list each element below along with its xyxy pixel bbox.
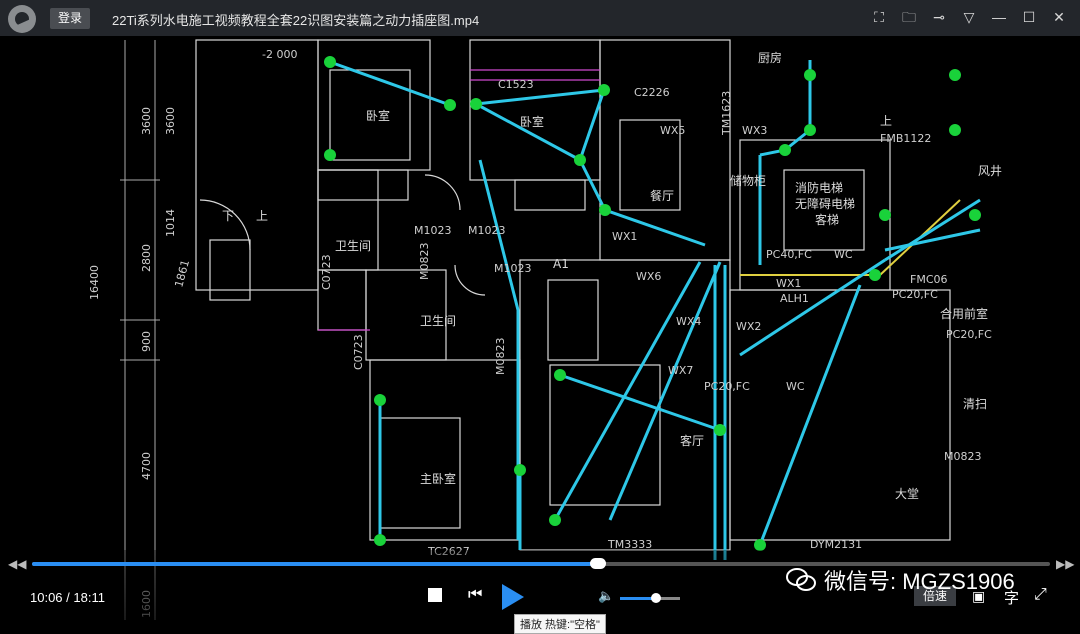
dimension-label: 2800 xyxy=(140,244,153,272)
circuit-tag: WX4 xyxy=(676,315,701,328)
room-label: 无障碍电梯 xyxy=(795,196,855,211)
watermark-text: 微信号: MGZS1906 xyxy=(824,569,1015,594)
window-tag: C2226 xyxy=(634,86,670,99)
video-frame[interactable]: 卧室 卧室 厨房 餐厅 储物柜 消防电梯 无障碍电梯 客梯 卫生间 卫生间 主卧… xyxy=(0,36,1080,630)
door-tag: M0823 xyxy=(494,338,507,376)
title-bar: 登录 22Ti系列水电施工视频教程全套22识图安装篇之动力插座图.mp4 ⛶ 🗀… xyxy=(0,0,1080,36)
room-label: 客梯 xyxy=(815,212,839,227)
door-tag: FMB1122 xyxy=(880,132,931,145)
walls xyxy=(195,39,951,551)
circuit-tag: WX6 xyxy=(636,270,661,283)
dimension-label: 900 xyxy=(140,331,153,352)
room-label: 卫生间 xyxy=(335,239,371,253)
play-tooltip: 播放 热键:"空格" xyxy=(514,614,606,634)
window-title: 22Ti系列水电施工视频教程全套22识图安装篇之动力插座图.mp4 xyxy=(112,13,480,28)
room-label: 卧室 xyxy=(366,108,390,123)
window-tag: C0723 xyxy=(352,334,365,370)
stop-icon[interactable] xyxy=(428,588,442,602)
play-icon[interactable] xyxy=(502,584,524,610)
door-tag: TM1623 xyxy=(720,91,733,136)
door-tag: M1023 xyxy=(414,224,452,237)
volume-icon[interactable]: 🔈 xyxy=(598,588,614,604)
maximize-icon[interactable]: ☐ xyxy=(1020,8,1038,26)
room-label: 消防电梯 xyxy=(795,180,843,195)
circuit-tag: WX1 xyxy=(612,230,637,243)
door-tag: FMC06 xyxy=(910,273,948,286)
elevation-tag: -2 000 xyxy=(262,48,297,61)
room-label: 上 xyxy=(256,209,268,223)
cad-floor-plan: 卧室 卧室 厨房 餐厅 储物柜 消防电梯 无障碍电梯 客梯 卫生间 卫生间 主卧… xyxy=(88,39,1002,620)
dimension-label: 16400 xyxy=(88,265,101,300)
login-button[interactable]: 登录 xyxy=(50,8,90,29)
wechat-watermark: 微信号: MGZS1906 xyxy=(786,564,1015,596)
axis-tag: A1 xyxy=(553,257,569,271)
window-tag: C0723 xyxy=(320,254,333,290)
circuit-tag: WX2 xyxy=(736,320,761,333)
folder-icon[interactable]: 🗀 xyxy=(900,8,918,26)
app-logo-icon xyxy=(8,5,36,33)
circuit-tag: WX5 xyxy=(660,124,685,137)
conduit-tag: WC xyxy=(786,380,805,393)
progress-fill xyxy=(32,562,598,566)
fullscreen-icon[interactable]: ⤢ xyxy=(1034,586,1047,604)
room-label: 主卧室 xyxy=(420,471,456,486)
circuit-tag: WX7 xyxy=(668,364,693,377)
room-label: 卧室 xyxy=(520,114,544,129)
door-tag: M0823 xyxy=(944,450,982,463)
dimension-label: 4700 xyxy=(140,452,153,480)
circuit-tag: WX1 xyxy=(776,277,801,290)
pin-icon[interactable]: ⊸ xyxy=(930,8,948,26)
room-label: 大堂 xyxy=(895,487,919,501)
room-label: 储物柜 xyxy=(730,173,766,188)
previous-icon[interactable]: ⏮ xyxy=(468,586,482,604)
room-label: 上 xyxy=(880,114,892,128)
volume-slider[interactable] xyxy=(620,593,680,603)
circuit-tag: WX3 xyxy=(742,124,767,137)
room-label: 厨房 xyxy=(758,50,782,65)
room-label: 下 xyxy=(222,209,234,223)
progress-knob[interactable] xyxy=(590,558,606,569)
room-label: 卫生间 xyxy=(420,314,456,328)
conduit-tag: PC40,FC xyxy=(766,248,812,261)
conduit-tag: WC xyxy=(834,248,853,261)
panel-tag: ALH1 xyxy=(780,292,809,305)
dimension-label: 1861 xyxy=(172,258,192,288)
seek-back-button[interactable]: ◀◀ xyxy=(8,557,26,571)
window-tag: C1523 xyxy=(498,78,534,91)
time-display: 10:06 / 18:11 xyxy=(30,590,105,605)
dimension-label: 3600 xyxy=(140,107,153,135)
volume-knob[interactable] xyxy=(651,593,661,603)
door-tag: M0823 xyxy=(418,243,431,281)
room-label: 风井 xyxy=(978,164,1002,178)
dropdown-icon[interactable]: ▽ xyxy=(960,8,978,26)
dimension-label: 3600 xyxy=(164,107,177,135)
conduit-tag: PC20,FC xyxy=(946,328,992,341)
room-label: 客厅 xyxy=(680,433,704,448)
dimension-label: 1014 xyxy=(164,209,177,237)
wechat-icon xyxy=(786,568,816,591)
minimize-icon[interactable]: — xyxy=(990,8,1008,26)
seek-forward-button[interactable]: ▶▶ xyxy=(1056,557,1074,571)
door-tag: M1023 xyxy=(494,262,532,275)
conduit-tag: PC20,FC xyxy=(892,288,938,301)
door-tag: M1023 xyxy=(468,224,506,237)
room-label: 餐厅 xyxy=(650,188,674,203)
screenshot-icon[interactable]: ⛶ xyxy=(870,8,888,26)
room-label: 清扫 xyxy=(963,397,987,411)
room-label: 合用前室 xyxy=(940,306,988,321)
close-icon[interactable]: ✕ xyxy=(1050,8,1068,26)
conduit-tag: PC20,FC xyxy=(704,380,750,393)
